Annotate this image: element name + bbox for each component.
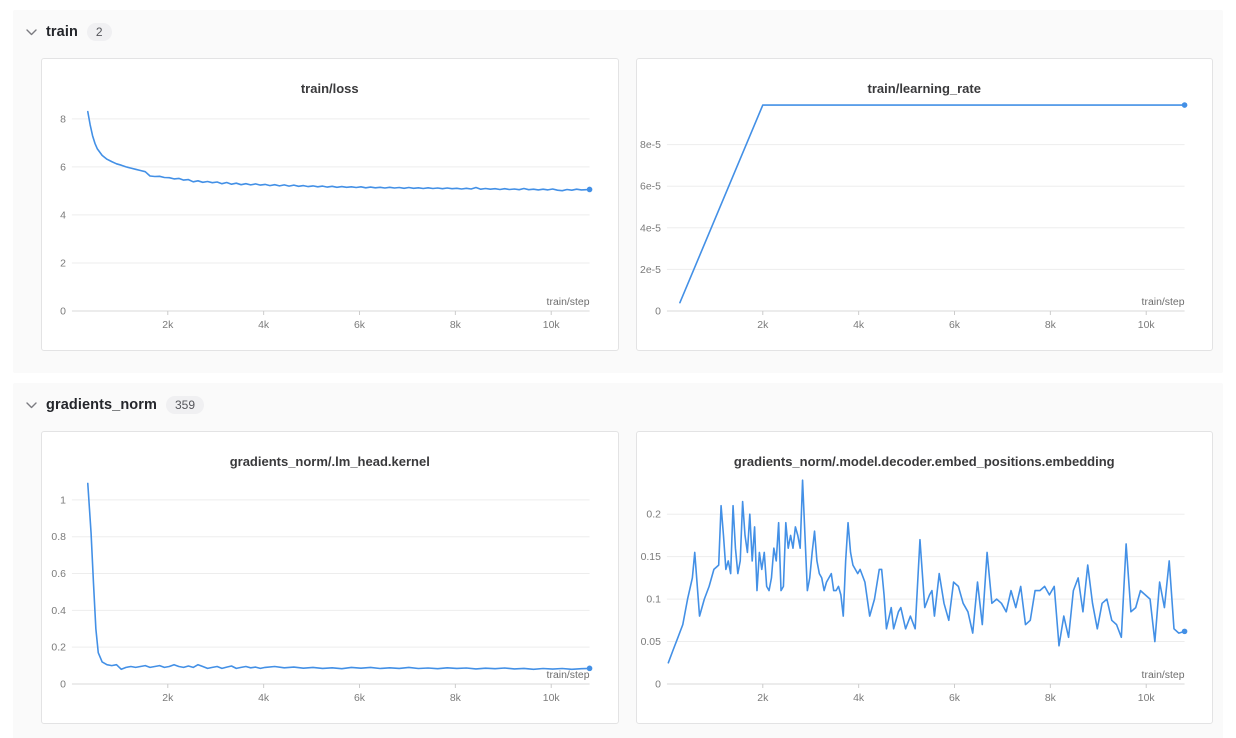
chart-card[interactable]: train/loss 0 2 4 6 8 2k 4k 6k 8k 10k train/step (41, 58, 619, 351)
svg-text:0.1: 0.1 (646, 595, 661, 606)
svg-text:6e-5: 6e-5 (640, 182, 661, 193)
svg-text:6k: 6k (354, 320, 366, 331)
chart-card[interactable]: gradients_norm/.model.decoder.embed_posi… (636, 431, 1214, 724)
svg-text:1: 1 (60, 495, 66, 506)
chart-plot[interactable]: 0 0.05 0.1 0.15 0.2 2k 4k 6k 8k 10k train/step (637, 472, 1213, 724)
svg-text:8e-5: 8e-5 (640, 140, 661, 151)
svg-text:6k: 6k (948, 320, 960, 331)
svg-text:train/step: train/step (1141, 297, 1184, 308)
svg-text:2k: 2k (757, 320, 769, 331)
chart-title: train/learning_rate (637, 81, 1213, 99)
svg-text:10k: 10k (1137, 693, 1155, 704)
svg-text:2: 2 (60, 258, 66, 269)
section-train: train 2 train/loss 024682k4k6k8k10ktrain… (13, 10, 1223, 373)
svg-text:0.2: 0.2 (646, 510, 661, 521)
svg-text:6k: 6k (354, 693, 366, 704)
chart-plot[interactable]: 0 0.2 0.4 0.6 0.8 1 2k 4k 6k 8k 10k train/step (42, 472, 618, 724)
svg-text:10k: 10k (543, 320, 561, 331)
panel-count-badge: 2 (87, 23, 112, 41)
svg-text:train/step: train/step (547, 670, 590, 681)
svg-text:2k: 2k (162, 693, 174, 704)
svg-text:2k: 2k (162, 320, 174, 331)
svg-text:10k: 10k (543, 693, 561, 704)
svg-text:10k: 10k (1137, 320, 1155, 331)
svg-text:0.8: 0.8 (51, 532, 66, 543)
svg-text:8k: 8k (450, 320, 462, 331)
chevron-down-icon[interactable] (25, 399, 37, 411)
svg-text:8k: 8k (1044, 693, 1056, 704)
chart-plot[interactable]: 0 2e-5 4e-5 6e-5 8e-5 2k 4k 6k 8k 10k train/step (637, 99, 1213, 351)
svg-text:8k: 8k (1044, 320, 1056, 331)
svg-text:2k: 2k (757, 693, 769, 704)
section-gradients-norm: gradients_norm 359 gradients_norm/.lm_he… (13, 383, 1223, 738)
svg-text:0.05: 0.05 (640, 637, 661, 648)
section-header-train[interactable]: train 2 (13, 10, 1223, 58)
svg-text:2e-5: 2e-5 (640, 265, 661, 276)
section-title[interactable]: train (46, 24, 78, 40)
svg-text:0.15: 0.15 (640, 552, 661, 563)
charts-row: gradients_norm/.lm_head.kernel 0 0.2 0.4 0.… (13, 431, 1223, 738)
svg-text:train/step: train/step (1141, 670, 1184, 681)
svg-text:4k: 4k (853, 320, 865, 331)
svg-text:4k: 4k (853, 693, 865, 704)
svg-text:0.4: 0.4 (51, 606, 66, 617)
svg-text:0: 0 (60, 679, 66, 690)
section-title[interactable]: gradients_norm (46, 397, 157, 413)
svg-text:4k: 4k (258, 320, 270, 331)
chart-title: gradients_norm/.lm_head.kernel (42, 454, 618, 472)
chart-title: train/loss (42, 81, 618, 99)
svg-text:0.6: 0.6 (51, 569, 66, 580)
svg-text:6: 6 (60, 162, 66, 173)
svg-text:8k: 8k (450, 693, 462, 704)
svg-text:0.2: 0.2 (51, 643, 66, 654)
chevron-down-icon[interactable] (25, 26, 37, 38)
svg-text:4: 4 (60, 210, 66, 221)
chart-card[interactable]: gradients_norm/.lm_head.kernel 0 0.2 0.4 0.… (41, 431, 619, 724)
chart-plot[interactable]: 0 2 4 6 8 2k 4k 6k 8k 10k train/step (42, 99, 618, 351)
section-header-gradients-norm[interactable]: gradients_norm 359 (13, 383, 1223, 431)
charts-row: train/loss 0 2 4 6 8 2k 4k 6k 8k 10k train/step tr… (13, 58, 1223, 373)
svg-text:8: 8 (60, 114, 66, 125)
svg-text:6k: 6k (948, 693, 960, 704)
chart-card[interactable]: train/learning_rate 0 2e-5 4e-5 6e-5 8e-5 2k 4… (636, 58, 1214, 351)
svg-text:0: 0 (655, 679, 661, 690)
svg-text:4k: 4k (258, 693, 270, 704)
svg-text:train/step: train/step (547, 297, 590, 308)
panel-count-badge: 359 (166, 396, 204, 414)
svg-text:4e-5: 4e-5 (640, 223, 661, 234)
svg-text:0: 0 (60, 306, 66, 317)
chart-title: gradients_norm/.model.decoder.embed_posi… (637, 454, 1213, 472)
svg-text:0: 0 (655, 306, 661, 317)
